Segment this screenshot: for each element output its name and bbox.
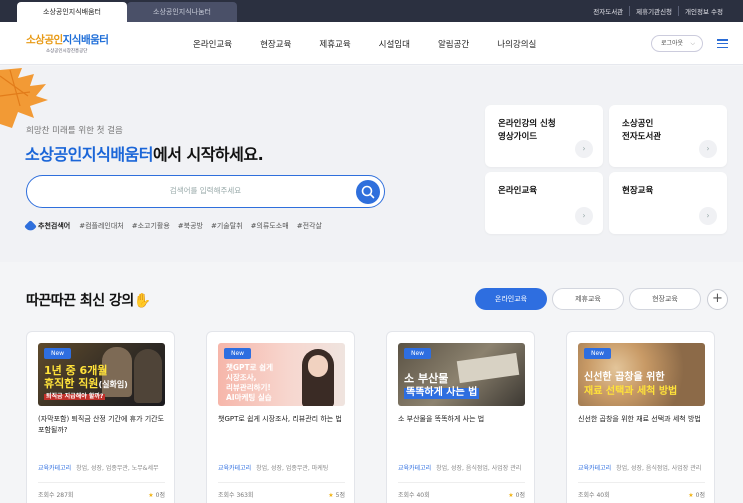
hamburger-menu-icon[interactable] [717,39,728,49]
view-count: 조회수 363회 [218,492,254,499]
keyword-tag[interactable]: #컴플레인대처 [79,221,124,231]
course-category: 교육카테고리 창업, 성장, 업종무관, 노무&세무 [38,465,159,472]
nav-notice[interactable]: 알림공간 [438,38,469,50]
quick-card-field-education[interactable]: 현장교육 › [609,172,727,234]
quick-card-label: 온라인강의 신청 영상가이드 [498,119,556,142]
quick-card-label: 현장교육 [622,186,654,196]
tab-knowledge-sharing[interactable]: 소상공인지식나눔터 [127,2,237,22]
more-plus-button[interactable]: + [707,289,728,310]
rating: ★ 0점 [148,492,165,499]
logo-text: 소상공인지식배움터 [26,34,109,46]
maple-leaf-decoration-icon [0,68,48,128]
view-count: 조회수 40회 [398,492,430,499]
course-card[interactable]: New 소 부산물 똑똑하게 사는 법 소 부산물을 똑똑하게 사는 법 교육카… [386,331,535,503]
course-meta: 조회수 40회 ★ 0점 [398,490,525,499]
course-thumbnail: New 신선한 곱창을 위한 재료 선택과 세척 방법 [578,343,705,406]
star-icon: ★ [148,492,154,499]
top-strip: 소상공인지식배움터 소상공인지식나눔터 전자도서관 제휴기관신청 개인정보 수정 [0,0,743,22]
site-logo[interactable]: 소상공인지식배움터 소상공인시장진흥공단 [26,32,112,56]
keyword-tag[interactable]: #소고기활용 [132,221,170,231]
star-icon: ★ [508,492,514,499]
course-title[interactable]: 신선한 곱창을 위한 재료 선택과 세척 방법 [578,414,708,425]
chevron-right-icon: › [699,207,717,225]
main-nav: 온라인교육 현장교육 제휴교육 시설임대 알림공간 나의강의실 [193,22,564,65]
filter-partner-education[interactable]: 제휴교육 [552,288,624,310]
hero-headline: 소상공인지식배움터에서 시작하세요. [25,145,264,164]
keyword-tag[interactable]: #기술탈취 [211,221,243,231]
course-title[interactable]: 챗GPT로 쉽게 시장조사, 리뷰관리 하는 법 [218,414,348,425]
keyword-tag[interactable]: #북공방 [178,221,203,231]
quick-card-online-education[interactable]: 온라인교육 › [485,172,603,234]
course-thumbnail: New 1년 중 6개월 휴직한 직원(실화임) 퇴직금 지급해야 할까? [38,343,165,406]
rating: ★ 0점 [688,492,705,499]
course-card[interactable]: New 챗GPT로 쉽게 시장조사, 리뷰관리하기! AI마케팅 실습 챗GPT… [206,331,355,503]
course-thumbnail: New 소 부산물 똑똑하게 사는 법 [398,343,525,406]
link-e-library[interactable]: 전자도서관 [587,6,629,16]
new-badge: New [584,348,612,359]
hero-slogan: 희망찬 미래를 위한 첫 걸음 [26,126,123,136]
nav-my-classroom[interactable]: 나의강의실 [497,38,536,50]
search-icon [361,185,375,198]
chevron-down-icon: ⌵ [690,40,695,47]
course-thumbnail: New 챗GPT로 쉽게 시장조사, 리뷰관리하기! AI마케팅 실습 [218,343,345,406]
view-count: 조회수 287회 [38,492,74,499]
logo-subtext: 소상공인시장진흥공단 [46,49,88,54]
filter-field-education[interactable]: 현장교육 [629,288,701,310]
quick-card-e-library[interactable]: 소상공인 전자도서관 › [609,105,727,167]
keyword-tag[interactable]: #전각살 [297,221,322,231]
course-meta: 조회수 363회 ★ 5점 [218,490,345,499]
view-count: 조회수 40회 [578,492,610,499]
course-card[interactable]: New 1년 중 6개월 휴직한 직원(실화임) 퇴직금 지급해야 할까? (자… [26,331,175,503]
nav-partner-education[interactable]: 제휴교육 [319,38,350,50]
top-links: 전자도서관 제휴기관신청 개인정보 수정 [587,0,729,22]
filter-online-education[interactable]: 온라인교육 [475,288,547,310]
nav-field-education[interactable]: 현장교육 [260,38,291,50]
recommended-keywords: 추천검색어 #컴플레인대처 #소고기활용 #북공방 #기술탈취 #의류도소매 #… [24,219,330,233]
tab-knowledge-learning[interactable]: 소상공인지식배움터 [17,2,127,22]
course-category: 교육카테고리 창업, 성장, 음식점업, 사업장 관리 [398,465,522,472]
header: 소상공인지식배움터 소상공인시장진흥공단 온라인교육 현장교육 제휴교육 시설임… [0,22,743,65]
rating: ★ 5점 [328,492,345,499]
waving-hand-icon: ✋ [133,293,151,309]
logout-button[interactable]: 로그아웃 ⌵ [651,35,703,52]
search-bar[interactable]: 검색어를 입력해주세요 [26,175,385,208]
quick-card-label: 소상공인 전자도서관 [622,119,662,142]
section-title: 따끈따끈 최신 강의✋ [26,293,151,309]
tag-icon [24,219,37,233]
chevron-right-icon: › [699,140,717,158]
chevron-right-icon: › [575,140,593,158]
chevron-right-icon: › [575,207,593,225]
quick-card-video-guide[interactable]: 온라인강의 신청 영상가이드 › [485,105,603,167]
keyword-tag[interactable]: #의류도소매 [251,221,289,231]
new-badge: New [404,348,432,359]
course-category: 교육카테고리 창업, 성장, 업종무관, 마케팅 [218,465,329,472]
new-badge: New [224,348,252,359]
link-edit-profile[interactable]: 개인정보 수정 [678,6,729,16]
nav-facility-rental[interactable]: 시설임대 [379,38,410,50]
person-silhouette [134,349,162,403]
link-partner-apply[interactable]: 제휴기관신청 [629,6,678,16]
nav-online-education[interactable]: 온라인교육 [193,38,232,50]
new-badge: New [44,348,72,359]
rating: ★ 0점 [508,492,525,499]
course-meta: 조회수 40회 ★ 0점 [578,490,705,499]
quick-card-label: 온라인교육 [498,186,538,196]
star-icon: ★ [328,492,334,499]
recommended-label: 추천검색어 [38,222,71,230]
course-card[interactable]: New 신선한 곱창을 위한 재료 선택과 세척 방법 신선한 곱창을 위한 재… [566,331,715,503]
star-icon: ★ [688,492,694,499]
search-button[interactable] [356,179,380,204]
course-title[interactable]: 소 부산물을 똑똑하게 사는 법 [398,414,528,425]
search-input[interactable]: 검색어를 입력해주세요 [27,185,384,196]
course-title[interactable]: (자막포함) 퇴직금 산정 기간에 휴가 기간도 포함될까? [38,414,168,436]
course-meta: 조회수 287회 ★ 0점 [38,490,165,499]
logout-label: 로그아웃 [661,40,684,47]
course-category: 교육카테고리 창업, 성장, 음식점업, 사업장 관리 [578,465,702,472]
